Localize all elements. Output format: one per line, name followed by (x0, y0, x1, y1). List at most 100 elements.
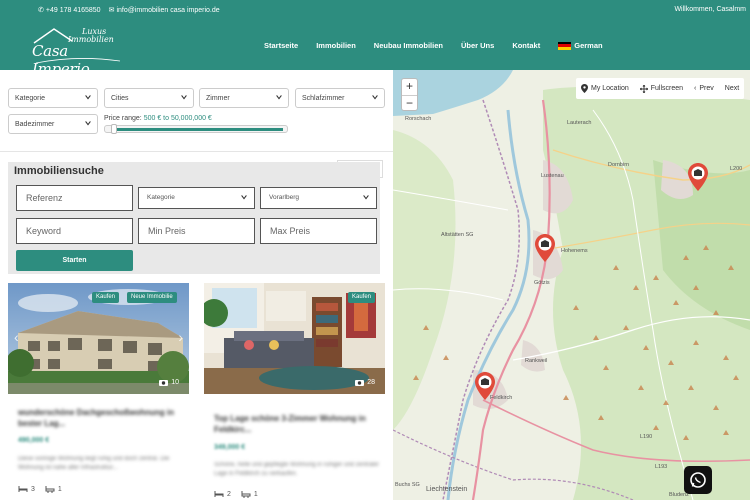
property-photo[interactable]: Kaufen 28 (204, 283, 385, 394)
max-preis-input[interactable]: Max Preis (260, 218, 377, 244)
whatsapp-icon (690, 472, 706, 488)
badezimmer-select[interactable]: Badezimmer (8, 114, 98, 134)
kategorie-select[interactable]: Kategorie (8, 88, 98, 108)
price-range-value: 500 € to 50,000,000 € (143, 115, 212, 122)
map-label-liechtenstein: Liechtenstein (426, 486, 468, 493)
logo[interactable]: Luxus Immobilien Casa Imperio (32, 25, 122, 78)
nav-kontakt[interactable]: Kontakt (512, 41, 540, 50)
camera-icon (355, 380, 365, 386)
map-label-rankweil: Rankweil (525, 358, 548, 364)
property-description: Diese sonnige Wohnung liegt ruhig und do… (18, 456, 170, 471)
prev-photo-icon[interactable]: ‹ (14, 329, 19, 345)
property-title[interactable]: Top Lage schöne 3-Zimmer Wohnung in Feld… (214, 413, 379, 435)
neue-immobilie-badge: Neue Immobilie (127, 292, 177, 303)
welcome-text[interactable]: Willkommen, Casalmm (674, 6, 746, 13)
zimmer-select-value: Zimmer (206, 95, 230, 102)
referenz-input[interactable]: Referenz (16, 185, 133, 211)
schlafzimmer-select[interactable]: Schlafzimmer (295, 88, 385, 108)
next-label: Next (724, 85, 740, 92)
main-nav: Startseite Immobilien Neubau Immobilien … (264, 41, 621, 50)
mail-icon: ✉ (108, 7, 115, 14)
property-photo[interactable]: Kaufen Neue Immobilie ‹ › 10 (8, 283, 189, 394)
kaufen-badge: Kaufen (92, 292, 120, 303)
kategorie-select-value: Kategorie (15, 95, 45, 102)
fullscreen-icon (639, 84, 648, 93)
cities-select[interactable]: Cities (104, 88, 194, 108)
search-panel-title: Immobiliensuche (14, 165, 104, 177)
baths-info: 1 (241, 490, 258, 498)
property-pin-icon[interactable] (475, 372, 495, 400)
nav-ueber-uns[interactable]: Über Uns (461, 41, 494, 50)
phone-link[interactable]: ✆ +49 178 4165850 (38, 6, 101, 14)
keyword-input[interactable]: Keyword (16, 218, 133, 244)
property-card[interactable]: Kaufen 28 Top Lage schöne 3-Zimmer Wohnu… (204, 283, 385, 500)
nav-immobilien[interactable]: Immobilien (316, 41, 356, 50)
my-location-label: My Location (591, 85, 629, 92)
photo-count: 28 (355, 379, 375, 386)
zoom-control: + − (401, 78, 418, 111)
map-label-buchs: Buchs SG (395, 482, 420, 488)
chevron-down-icon (85, 121, 91, 126)
header: Luxus Immobilien Casa Imperio Startseite… (0, 21, 750, 78)
prev-button[interactable]: ‹ Prev (694, 85, 714, 92)
kaufen-badge: Kaufen (348, 292, 376, 303)
price-range-slider[interactable] (104, 124, 288, 134)
map-label-l193: L193 (655, 464, 668, 470)
schlafzimmer-select-value: Schlafzimmer (302, 95, 345, 102)
map-label-l200: L200 (730, 166, 743, 172)
location-pin-icon (581, 84, 588, 93)
chevron-down-icon (276, 95, 282, 100)
bed-icon (214, 491, 224, 497)
map-label-goetzis: Götzis (534, 280, 550, 286)
zimmer-select[interactable]: Zimmer (199, 88, 289, 108)
map-label-altstaetten: Altstätten SG (441, 232, 474, 238)
property-description: Schöne, helle und gepflegte Wohnung in r… (214, 462, 380, 477)
language-selector[interactable]: German (558, 41, 603, 50)
zoom-in-button[interactable]: + (402, 79, 417, 95)
property-title[interactable]: wunderschöne Dachgeschoßwohnung in beste… (18, 407, 183, 429)
property-meta: 2 1 (214, 490, 258, 498)
prev-label: Prev (699, 85, 714, 92)
german-flag-icon (558, 41, 572, 50)
zoom-out-button[interactable]: − (402, 95, 417, 111)
photo-count-value: 10 (171, 379, 179, 386)
baths-count: 1 (57, 485, 62, 493)
top-bar: ✆ +49 178 4165850 ✉ info@immobilien casa i… (0, 0, 750, 21)
my-location-button[interactable]: My Location (581, 84, 629, 93)
chevron-left-icon: ‹ (694, 85, 697, 92)
property-price: 349,000 € (214, 444, 246, 451)
price-range-caption: Price range: (104, 115, 142, 122)
property-card[interactable]: Kaufen Neue Immobilie ‹ › 10 wunderschön… (8, 283, 189, 500)
chevron-down-icon (241, 195, 247, 200)
email-text: info@immobilien casa imperio.de (116, 7, 220, 14)
start-search-button[interactable]: Starten (16, 250, 133, 271)
map-label-lustenau: Lustenau (541, 173, 564, 179)
photo-count-value: 28 (367, 379, 375, 386)
beds-info: 3 (18, 485, 35, 493)
baths-info: 1 (45, 485, 62, 493)
chevron-down-icon (363, 195, 369, 200)
filter-bar (0, 70, 393, 152)
baths-count: 1 (253, 490, 258, 498)
email-link[interactable]: ✉ info@immobilien casa imperio.de (109, 6, 220, 14)
price-min-handle[interactable] (111, 124, 117, 134)
whatsapp-button[interactable] (684, 466, 712, 494)
camera-icon (159, 380, 169, 386)
chevron-down-icon (372, 95, 378, 100)
nav-neubau[interactable]: Neubau Immobilien (374, 41, 443, 50)
next-photo-icon[interactable]: › (178, 329, 183, 345)
region-select[interactable]: Vorarlberg (260, 187, 377, 209)
bed-icon (18, 486, 28, 492)
property-pin-icon[interactable] (535, 234, 555, 262)
next-button[interactable]: Next (725, 85, 739, 92)
search-panel: Immobiliensuche Referenz Kategorie Vorar… (8, 162, 380, 274)
nav-startseite[interactable]: Startseite (264, 41, 298, 50)
bath-icon (241, 491, 251, 498)
fullscreen-button[interactable]: Fullscreen (639, 84, 684, 93)
search-kategorie-select[interactable]: Kategorie (138, 187, 255, 209)
property-map[interactable]: Rorschach Lauterach Dornbirn Lustenau Ho… (393, 70, 750, 500)
min-preis-input[interactable]: Min Preis (138, 218, 255, 244)
property-pin-icon[interactable] (688, 163, 708, 191)
bath-icon (45, 486, 55, 493)
fullscreen-label: Fullscreen (650, 85, 684, 92)
